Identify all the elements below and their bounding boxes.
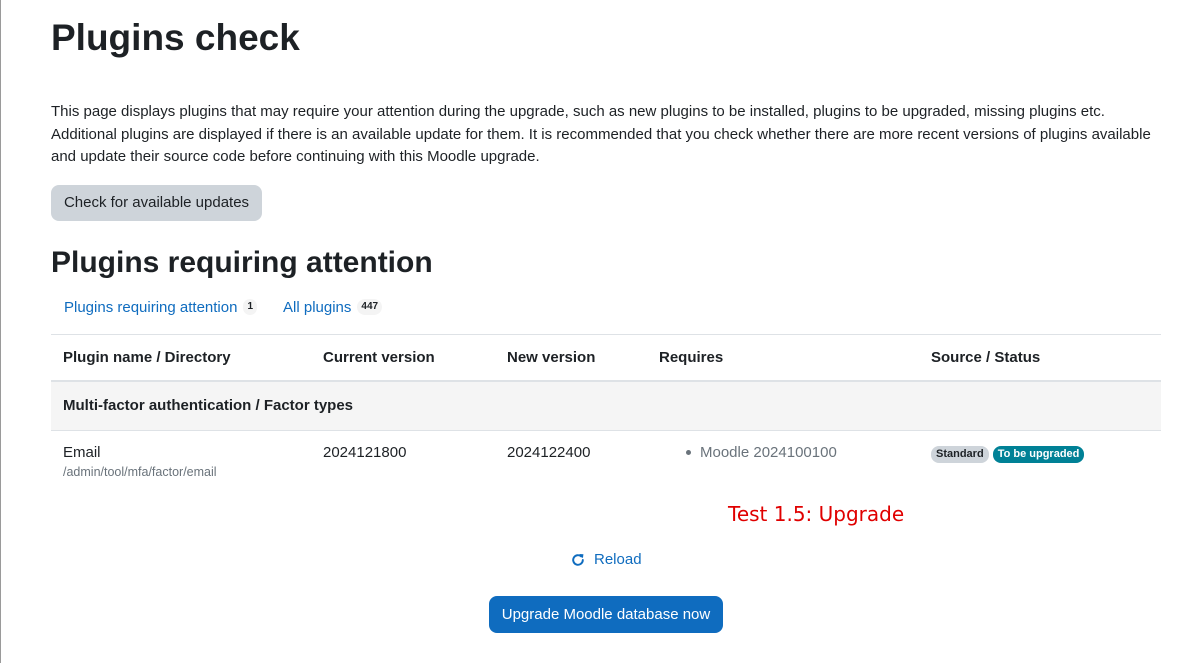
plugin-name-cell: Email /admin/tool/mfa/factor/email: [63, 444, 217, 479]
header-current-version: Current version: [323, 349, 435, 366]
plugin-directory: /admin/tool/mfa/factor/email: [63, 465, 217, 479]
header-requires: Requires: [659, 349, 724, 366]
intro-line-3: and update their source code before cont…: [51, 148, 540, 165]
plugins-table: Plugin name / Directory Current version …: [51, 334, 1161, 491]
source-badge: Standard: [931, 446, 989, 463]
intro-text: This page displays plugins that may requ…: [51, 101, 1161, 169]
table-header: Plugin name / Directory Current version …: [51, 334, 1161, 382]
intro-line-2: Additional plugins are displayed if ther…: [51, 125, 1151, 143]
status-badges: Standard To be upgraded: [931, 446, 1085, 463]
upgrade-database-button[interactable]: Upgrade Moodle database now: [489, 596, 723, 633]
status-badge: To be upgraded: [992, 446, 1085, 463]
tab-label: Plugins requiring attention: [64, 298, 238, 316]
page-title: Plugins check: [51, 17, 300, 58]
reload-label: Reload: [594, 551, 642, 568]
header-plugin-name: Plugin name / Directory: [63, 349, 231, 366]
intro-line-1: This page displays plugins that may requ…: [51, 103, 1105, 120]
requires-text: Moodle 2024100100: [700, 444, 837, 461]
tab-label: All plugins: [283, 298, 352, 316]
reload-link[interactable]: Reload: [571, 551, 642, 568]
requires-item: Moodle 2024100100: [686, 444, 837, 461]
group-row: Multi-factor authentication / Factor typ…: [51, 382, 1161, 431]
filter-tabs: Plugins requiring attention 1 All plugin…: [51, 296, 395, 318]
section-title: Plugins requiring attention: [51, 246, 433, 279]
plugin-name: Email: [63, 444, 101, 461]
header-source-status: Source / Status: [931, 349, 1041, 366]
tab-plugins-requiring-attention[interactable]: Plugins requiring attention 1: [51, 299, 270, 316]
group-name: Multi-factor authentication / Factor typ…: [63, 397, 354, 414]
window-left-border: [0, 0, 1, 663]
new-version: 2024122400: [507, 444, 591, 461]
current-version: 2024121800: [323, 444, 407, 461]
bullet-icon: [686, 449, 691, 455]
header-new-version: New version: [507, 349, 596, 366]
table-row: Email /admin/tool/mfa/factor/email 20241…: [51, 431, 1161, 491]
reload-icon: [572, 553, 584, 566]
tab-all-plugins[interactable]: All plugins 447: [270, 299, 395, 316]
test-label: Test 1.5: Upgrade: [728, 502, 905, 526]
count-badge: 447: [357, 299, 383, 315]
count-badge: 1: [243, 299, 258, 315]
check-updates-button[interactable]: Check for available updates: [51, 185, 262, 221]
